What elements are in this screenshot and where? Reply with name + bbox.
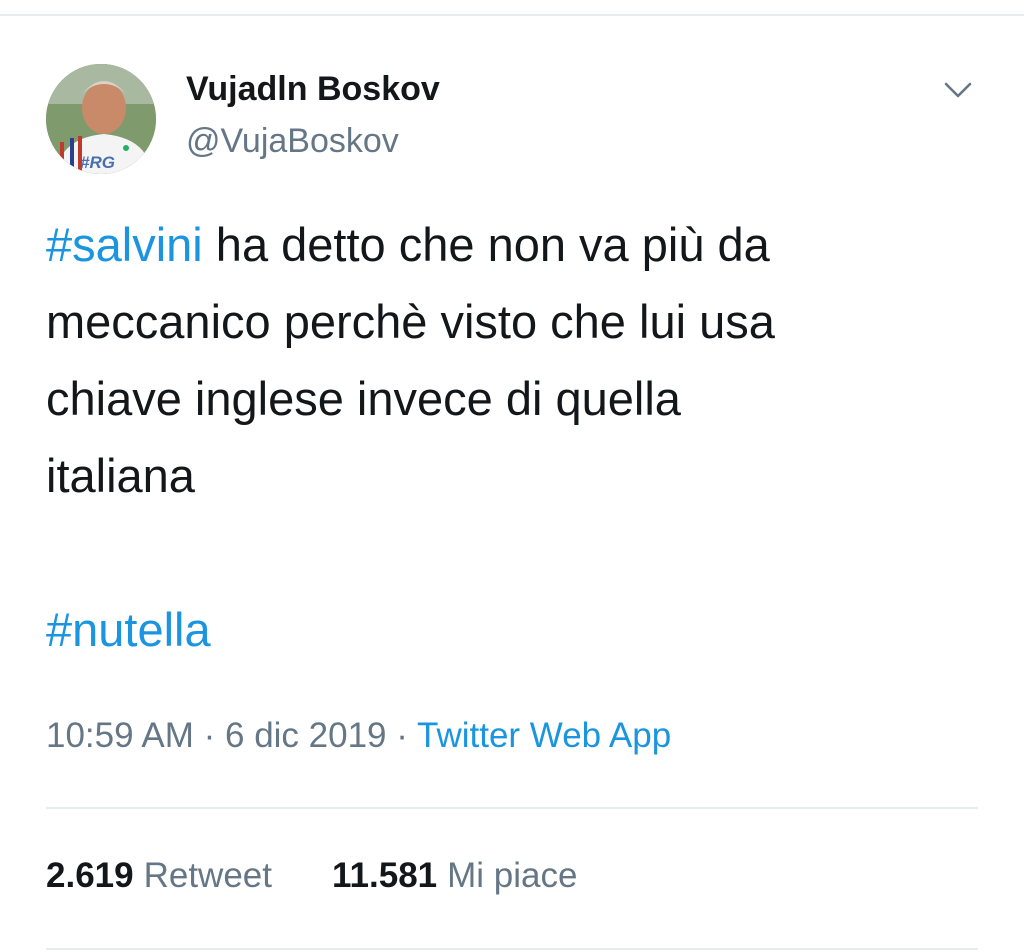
likes-count: 11.581 xyxy=(332,856,438,895)
likes-label: Mi piace xyxy=(447,856,578,895)
tweet-time[interactable]: 10:59 AM xyxy=(46,716,194,755)
tweet-line-text: ha detto che non va più da xyxy=(202,218,770,271)
meta-separator: · xyxy=(386,716,418,755)
tweet-line: #salvini ha detto che non va più da xyxy=(46,206,986,283)
chevron-down-icon xyxy=(944,82,972,98)
retweets-count: 2.619 xyxy=(46,856,134,895)
tweet-source-link[interactable]: Twitter Web App xyxy=(417,716,671,755)
hashtag-link[interactable]: #nutella xyxy=(46,603,211,656)
tweet-card: #RG Vujadln Boskov @VujaBoskov #salvini … xyxy=(0,16,1024,952)
likes-stat[interactable]: 11.581 Mi piace xyxy=(332,856,577,896)
author-name[interactable]: Vujadln Boskov xyxy=(186,70,440,109)
tweet-meta: 10:59 AM · 6 dic 2019 · Twitter Web App xyxy=(46,716,671,756)
meta-separator: · xyxy=(193,716,225,755)
hashtag-link[interactable]: #salvini xyxy=(46,218,203,271)
tweet-date[interactable]: 6 dic 2019 xyxy=(225,716,387,755)
divider xyxy=(46,807,978,809)
tweet-line: chiave inglese invece di quella xyxy=(46,372,681,425)
retweets-label: Retweet xyxy=(143,856,272,895)
tweet-line: #nutella xyxy=(46,591,986,668)
tweet-line: meccanico perchè visto che lui usa xyxy=(46,295,775,348)
divider xyxy=(46,948,978,950)
author-handle[interactable]: @VujaBoskov xyxy=(186,122,399,161)
avatar-badge: #RG xyxy=(80,153,115,172)
tweet-line: italiana xyxy=(46,449,195,502)
avatar[interactable]: #RG xyxy=(46,64,156,174)
retweets-stat[interactable]: 2.619 Retweet xyxy=(46,856,272,896)
tweet-stats: 2.619 Retweet 11.581 Mi piace xyxy=(46,856,577,896)
more-options-button[interactable] xyxy=(936,72,980,108)
tweet-text: #salvini ha detto che non va più da mecc… xyxy=(46,206,986,668)
